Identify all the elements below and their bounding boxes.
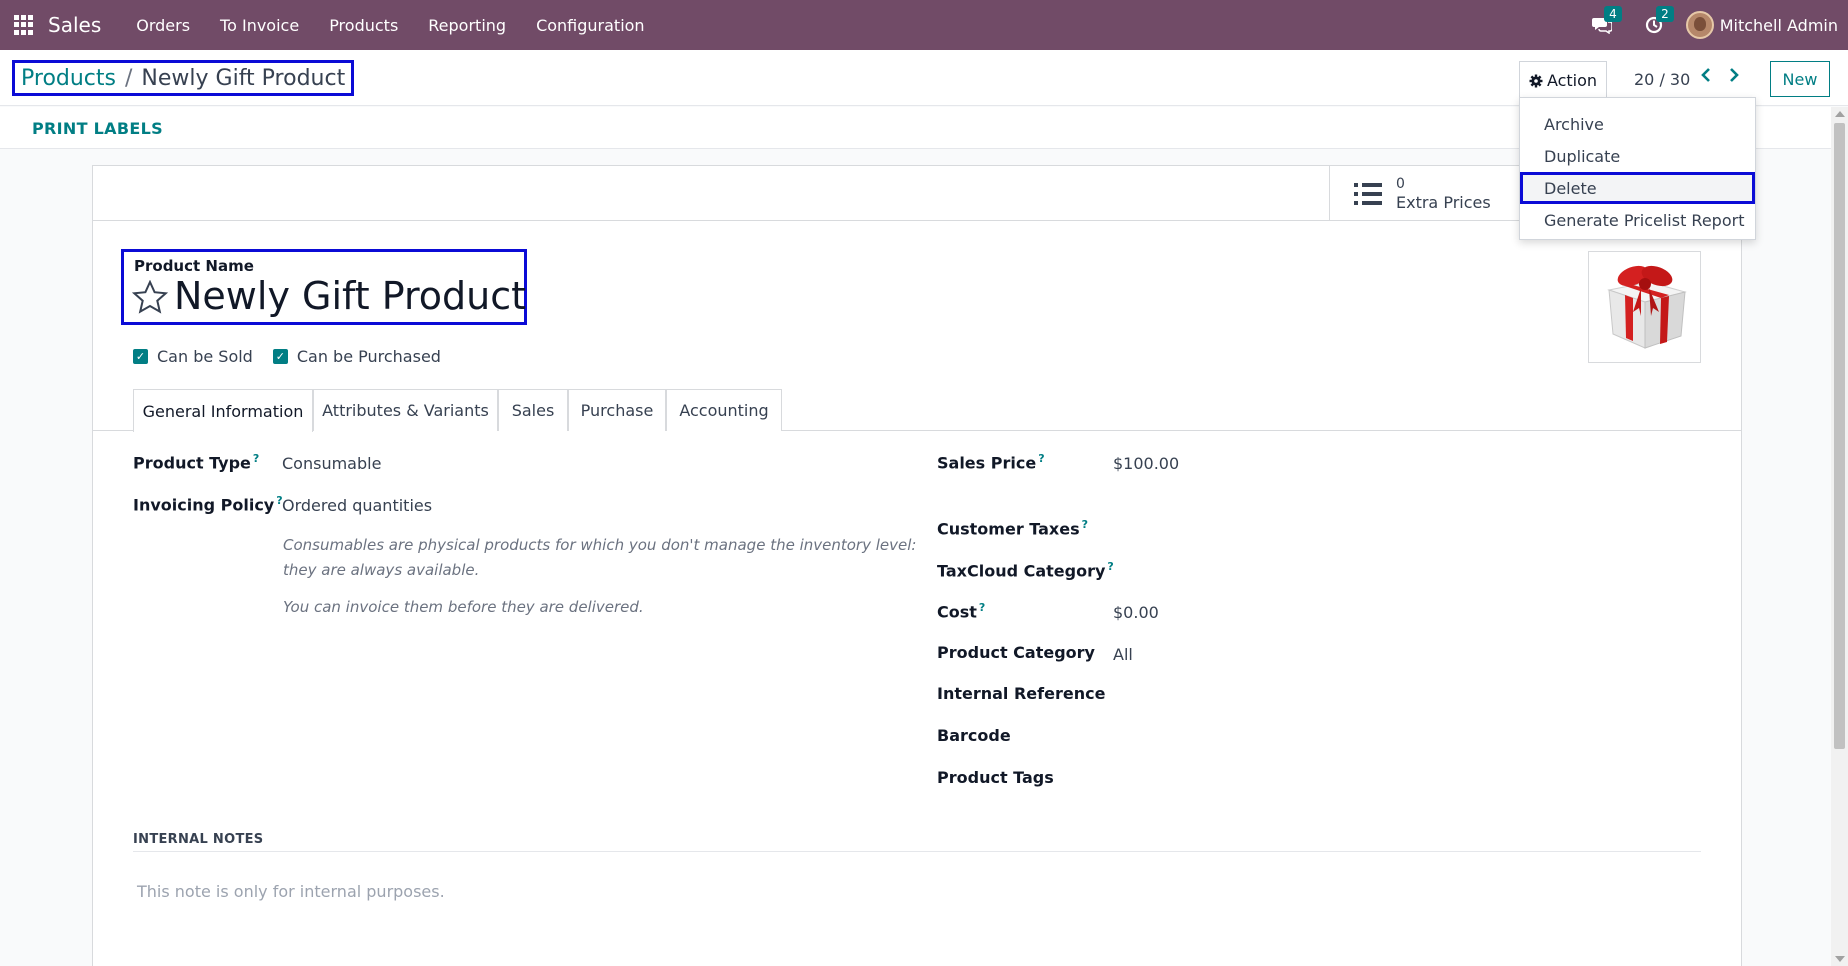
chevron-left-icon bbox=[1701, 68, 1710, 82]
action-button[interactable]: Action bbox=[1519, 61, 1607, 99]
extra-prices-count: 0 bbox=[1396, 176, 1405, 192]
product-category-label: Product Category bbox=[937, 643, 1095, 662]
taxcloud-category-field[interactable] bbox=[1113, 560, 1613, 580]
help-marker: ? bbox=[1038, 452, 1045, 465]
breadcrumb-current: Newly Gift Product bbox=[141, 65, 346, 91]
breadcrumb-separator: / bbox=[125, 65, 133, 91]
invoicing-policy-field[interactable]: Ordered quantities bbox=[282, 496, 432, 515]
menu-configuration[interactable]: Configuration bbox=[521, 16, 660, 35]
invoicing-policy-help: You can invoice them before they are del… bbox=[283, 598, 644, 616]
barcode-field[interactable] bbox=[1113, 726, 1613, 746]
product-name-label: Product Name bbox=[134, 257, 254, 275]
apps-menu-icon[interactable] bbox=[14, 15, 34, 35]
help-marker: ? bbox=[978, 601, 986, 614]
divider bbox=[133, 851, 1701, 852]
internal-reference-label: Internal Reference bbox=[937, 684, 1106, 703]
internal-notes-title: INTERNAL NOTES bbox=[133, 832, 264, 847]
activities-badge: 2 bbox=[1656, 6, 1674, 22]
menu-to-invoice[interactable]: To Invoice bbox=[205, 16, 314, 35]
tab-sales[interactable]: Sales bbox=[498, 389, 568, 431]
help-marker: ? bbox=[1081, 518, 1089, 531]
sales-price-label: Sales Price? bbox=[937, 452, 1045, 473]
customer-taxes-label: Customer Taxes? bbox=[937, 518, 1089, 539]
page-scrollbar[interactable] bbox=[1831, 107, 1848, 966]
menu-item-archive[interactable]: Archive bbox=[1520, 108, 1755, 140]
product-type-label: Product Type? bbox=[133, 452, 260, 473]
menu-reporting[interactable]: Reporting bbox=[413, 16, 521, 35]
product-image[interactable] bbox=[1588, 251, 1701, 363]
messages-button[interactable]: 4 bbox=[1582, 6, 1622, 34]
new-button[interactable]: New bbox=[1770, 61, 1830, 97]
breadcrumb: Products / Newly Gift Product bbox=[12, 60, 355, 96]
action-dropdown-menu: Archive Duplicate Delete Generate Pricel… bbox=[1519, 97, 1756, 240]
messages-badge: 4 bbox=[1604, 6, 1622, 22]
menu-item-duplicate[interactable]: Duplicate bbox=[1520, 140, 1755, 172]
sales-price-field[interactable]: $100.00 bbox=[1113, 454, 1179, 473]
product-tags-field[interactable] bbox=[1113, 768, 1613, 788]
can-be-purchased-label[interactable]: Can be Purchased bbox=[297, 347, 441, 366]
menu-products[interactable]: Products bbox=[314, 16, 413, 35]
internal-reference-field[interactable] bbox=[1113, 684, 1613, 704]
avatar[interactable] bbox=[1685, 11, 1714, 39]
sale-purchase-checks: ✓ Can be Sold ✓ Can be Purchased bbox=[133, 347, 461, 366]
list-icon bbox=[1354, 182, 1382, 205]
menu-item-generate-pricelist-report[interactable]: Generate Pricelist Report bbox=[1520, 204, 1755, 236]
invoicing-policy-label: Invoicing Policy? bbox=[133, 494, 283, 515]
app-name[interactable]: Sales bbox=[48, 13, 101, 37]
pager-previous-button[interactable] bbox=[1701, 66, 1711, 87]
can-be-sold-label[interactable]: Can be Sold bbox=[157, 347, 253, 366]
help-marker: ? bbox=[252, 452, 260, 465]
gear-icon bbox=[1529, 74, 1543, 87]
menu-item-delete[interactable]: Delete bbox=[1520, 172, 1755, 204]
activities-button[interactable]: 2 bbox=[1634, 6, 1674, 34]
internal-notes-input[interactable]: This note is only for internal purposes. bbox=[137, 882, 445, 901]
product-name-group: Product Name Newly Gift Product bbox=[121, 249, 527, 325]
menu-orders[interactable]: Orders bbox=[121, 16, 205, 35]
taxcloud-category-label: TaxCloud Category? bbox=[937, 560, 1114, 581]
form-tabs: General Information Attributes & Variant… bbox=[93, 389, 1741, 432]
product-type-help: Consumables are physical products for wh… bbox=[283, 536, 917, 579]
product-type-field[interactable]: Consumable bbox=[282, 454, 381, 473]
product-tags-label: Product Tags bbox=[937, 768, 1054, 787]
button-box: 0 Extra Prices bbox=[93, 166, 1741, 221]
tab-accounting[interactable]: Accounting bbox=[666, 389, 782, 431]
tab-purchase[interactable]: Purchase bbox=[568, 389, 666, 431]
can-be-purchased-checkbox[interactable]: ✓ bbox=[272, 349, 288, 364]
product-name-input[interactable]: Newly Gift Product bbox=[174, 274, 526, 318]
chevron-right-icon bbox=[1730, 68, 1739, 82]
pager-next-button[interactable] bbox=[1729, 66, 1739, 87]
top-navbar: Sales Orders To Invoice Products Reporti… bbox=[0, 0, 1848, 50]
product-category-field[interactable]: All bbox=[1113, 645, 1133, 664]
breadcrumb-products-link[interactable]: Products bbox=[21, 66, 116, 91]
gift-icon bbox=[1607, 265, 1687, 349]
barcode-label: Barcode bbox=[937, 726, 1011, 745]
star-icon[interactable] bbox=[131, 279, 169, 319]
cost-field[interactable]: $0.00 bbox=[1113, 603, 1159, 622]
pager-value[interactable]: 20 / 30 bbox=[1634, 70, 1690, 89]
scroll-thumb[interactable] bbox=[1834, 123, 1845, 749]
customer-taxes-field[interactable] bbox=[1113, 518, 1613, 538]
action-label: Action bbox=[1546, 71, 1598, 90]
print-labels-button[interactable]: PRINT LABELS bbox=[32, 119, 163, 138]
scroll-up-arrow-icon[interactable] bbox=[1835, 111, 1845, 117]
extra-prices-label: Extra Prices bbox=[1396, 193, 1491, 212]
scroll-down-arrow-icon[interactable] bbox=[1835, 956, 1845, 962]
cost-label: Cost? bbox=[937, 601, 986, 622]
extra-prices-button[interactable]: 0 Extra Prices bbox=[1329, 166, 1529, 221]
tab-attributes-variants[interactable]: Attributes & Variants bbox=[313, 389, 498, 431]
tab-general-information[interactable]: General Information bbox=[133, 389, 313, 432]
form-sheet: 0 Extra Prices Product Name Newly Gift P… bbox=[92, 165, 1742, 966]
can-be-sold-checkbox[interactable]: ✓ bbox=[133, 349, 148, 364]
user-name[interactable]: Mitchell Admin bbox=[1720, 16, 1838, 35]
